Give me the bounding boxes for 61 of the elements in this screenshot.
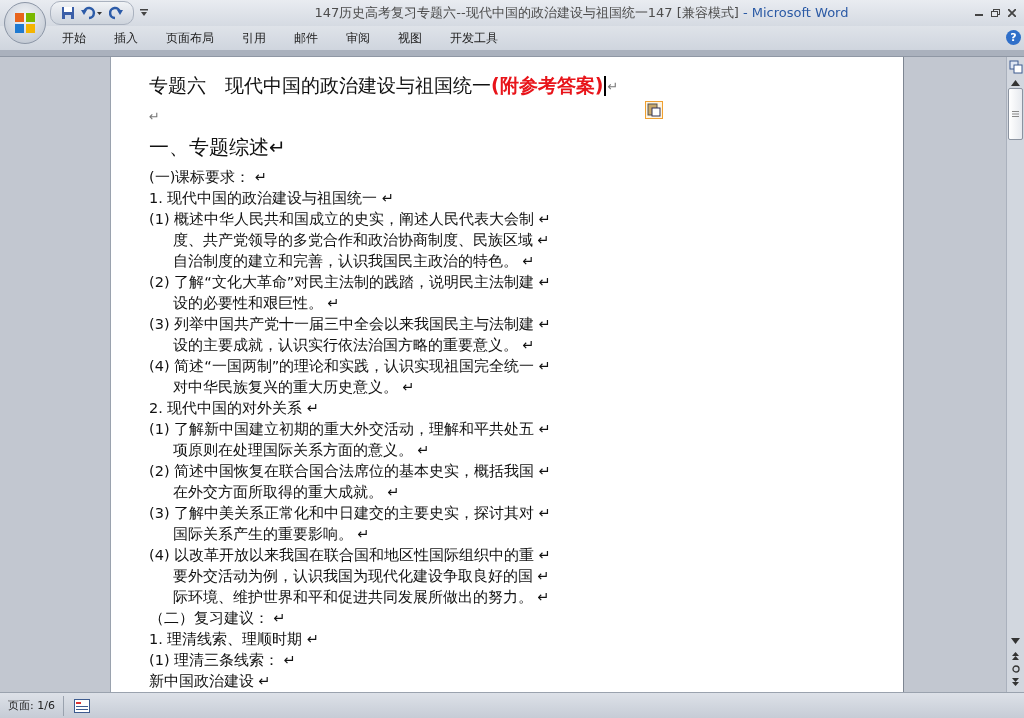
ruler-toggle-icon[interactable] [1008, 60, 1023, 74]
section-heading: 一、专题综述↵ [149, 133, 287, 161]
office-logo-icon [13, 11, 37, 35]
text-line: 际环境、维护世界和平和促进共同发展所做出的努力。 ↵ [172, 588, 551, 607]
title-note: (附参考答案) [491, 73, 604, 98]
save-icon[interactable] [61, 6, 75, 20]
close-icon[interactable] [1008, 9, 1016, 17]
text-line: (1) 理清三条线索： ↵ [149, 651, 297, 670]
text-line: 设的主要成就，认识实行依法治国方略的重要意义。 ↵ [172, 336, 536, 355]
paragraph-mark: ↵ [607, 78, 619, 94]
text-line: (2) 了解“文化大革命”对民主法制的践踏，说明民主法制建 ↵ [149, 273, 552, 292]
text-line: (1) 了解新中国建立初期的重大外交活动，理解和平共处五 ↵ [149, 420, 552, 439]
text-line: 度、共产党领导的多党合作和政治协商制度、民族区域 ↵ [172, 231, 551, 250]
text-line: （二）复习建议： ↵ [149, 609, 287, 628]
text-line: (2) 简述中国恢复在联合国合法席位的基本史实，概括我国 ↵ [149, 462, 552, 481]
next-page-icon[interactable] [1012, 678, 1019, 686]
ribbon-tab[interactable]: 开始 [48, 27, 100, 49]
restore-icon[interactable] [991, 9, 1000, 17]
scroll-up-icon[interactable] [1011, 80, 1020, 86]
text-line: 对中华民族复兴的重大历史意义。 ↵ [172, 378, 416, 397]
text-line: 国际关系产生的重要影响。 ↵ [172, 525, 371, 544]
text-line: (4) 以改革开放以来我国在联合国和地区性国际组织中的重 ↵ [149, 546, 552, 565]
app-name: - Microsoft Word [741, 5, 849, 20]
office-button[interactable] [4, 2, 46, 44]
window-title: 147历史高考复习专题六--现代中国的政治建设与祖国统一147 [兼容模式] [314, 5, 739, 20]
paragraph-mark: ↵ [149, 108, 160, 124]
scroll-thumb[interactable] [1008, 88, 1023, 140]
ribbon-tab[interactable]: 邮件 [280, 27, 332, 49]
text-line: 新中国政治建设 ↵ [149, 672, 272, 691]
text-line: 设的必要性和艰巨性。 ↵ [172, 294, 341, 313]
text-line: 项原则在处理国际关系方面的意义。 ↵ [172, 441, 431, 460]
text-line: 要外交活动为例，认识我国为现代化建设争取良好的国 ↵ [172, 567, 551, 586]
text-line: 在外交方面所取得的重大成就。 ↵ [172, 483, 401, 502]
ribbon-tab[interactable]: 插入 [100, 27, 152, 49]
help-button[interactable]: ? [1006, 30, 1021, 45]
text-line: (1) 概述中华人民共和国成立的史实，阐述人民代表大会制 ↵ [149, 210, 552, 229]
text-cursor [604, 76, 607, 96]
undo-icon[interactable] [81, 6, 103, 20]
ribbon-tab[interactable]: 视图 [384, 27, 436, 49]
text-line: (一)课标要求： ↵ [149, 168, 269, 187]
text-line: 自治制度的建立和完善，认识我国民主政治的特色。 ↵ [172, 252, 536, 271]
ribbon-tab[interactable]: 引用 [228, 27, 280, 49]
previous-page-icon[interactable] [1012, 652, 1019, 660]
text-line: 1. 理清线索、理顺时期 ↵ [149, 630, 321, 649]
text-line: (4) 简述“一国两制”的理论和实践，认识实现祖国完全统一 ↵ [149, 357, 552, 376]
scroll-down-icon[interactable] [1011, 638, 1020, 644]
text-line: 2. 现代中国的对外关系 ↵ [149, 399, 321, 418]
text-line: (3) 列举中国共产党十一届三中全会以来我国民主与法制建 ↵ [149, 315, 552, 334]
clipboard-icon[interactable] [645, 101, 663, 119]
ribbon-tab[interactable]: 页面布局 [152, 27, 228, 49]
page-indicator[interactable]: 页面: 1/6 [0, 696, 64, 716]
text-line: (3) 了解中美关系正常化和中日建交的主要史实，探讨其对 ↵ [149, 504, 552, 523]
dropdown-icon[interactable] [140, 9, 148, 17]
grip-icon [1012, 111, 1019, 117]
text-line: 1. 现代中国的政治建设与祖国统一 ↵ [149, 189, 396, 208]
ribbon-tab[interactable]: 审阅 [332, 27, 384, 49]
redo-icon[interactable] [109, 6, 123, 20]
document-status-icon[interactable] [73, 699, 90, 713]
document-title: 专题六 现代中国的政治建设与祖国统一 [149, 73, 491, 98]
ribbon-tab[interactable]: 开发工具 [436, 27, 512, 49]
browse-object-icon[interactable] [1011, 665, 1020, 673]
